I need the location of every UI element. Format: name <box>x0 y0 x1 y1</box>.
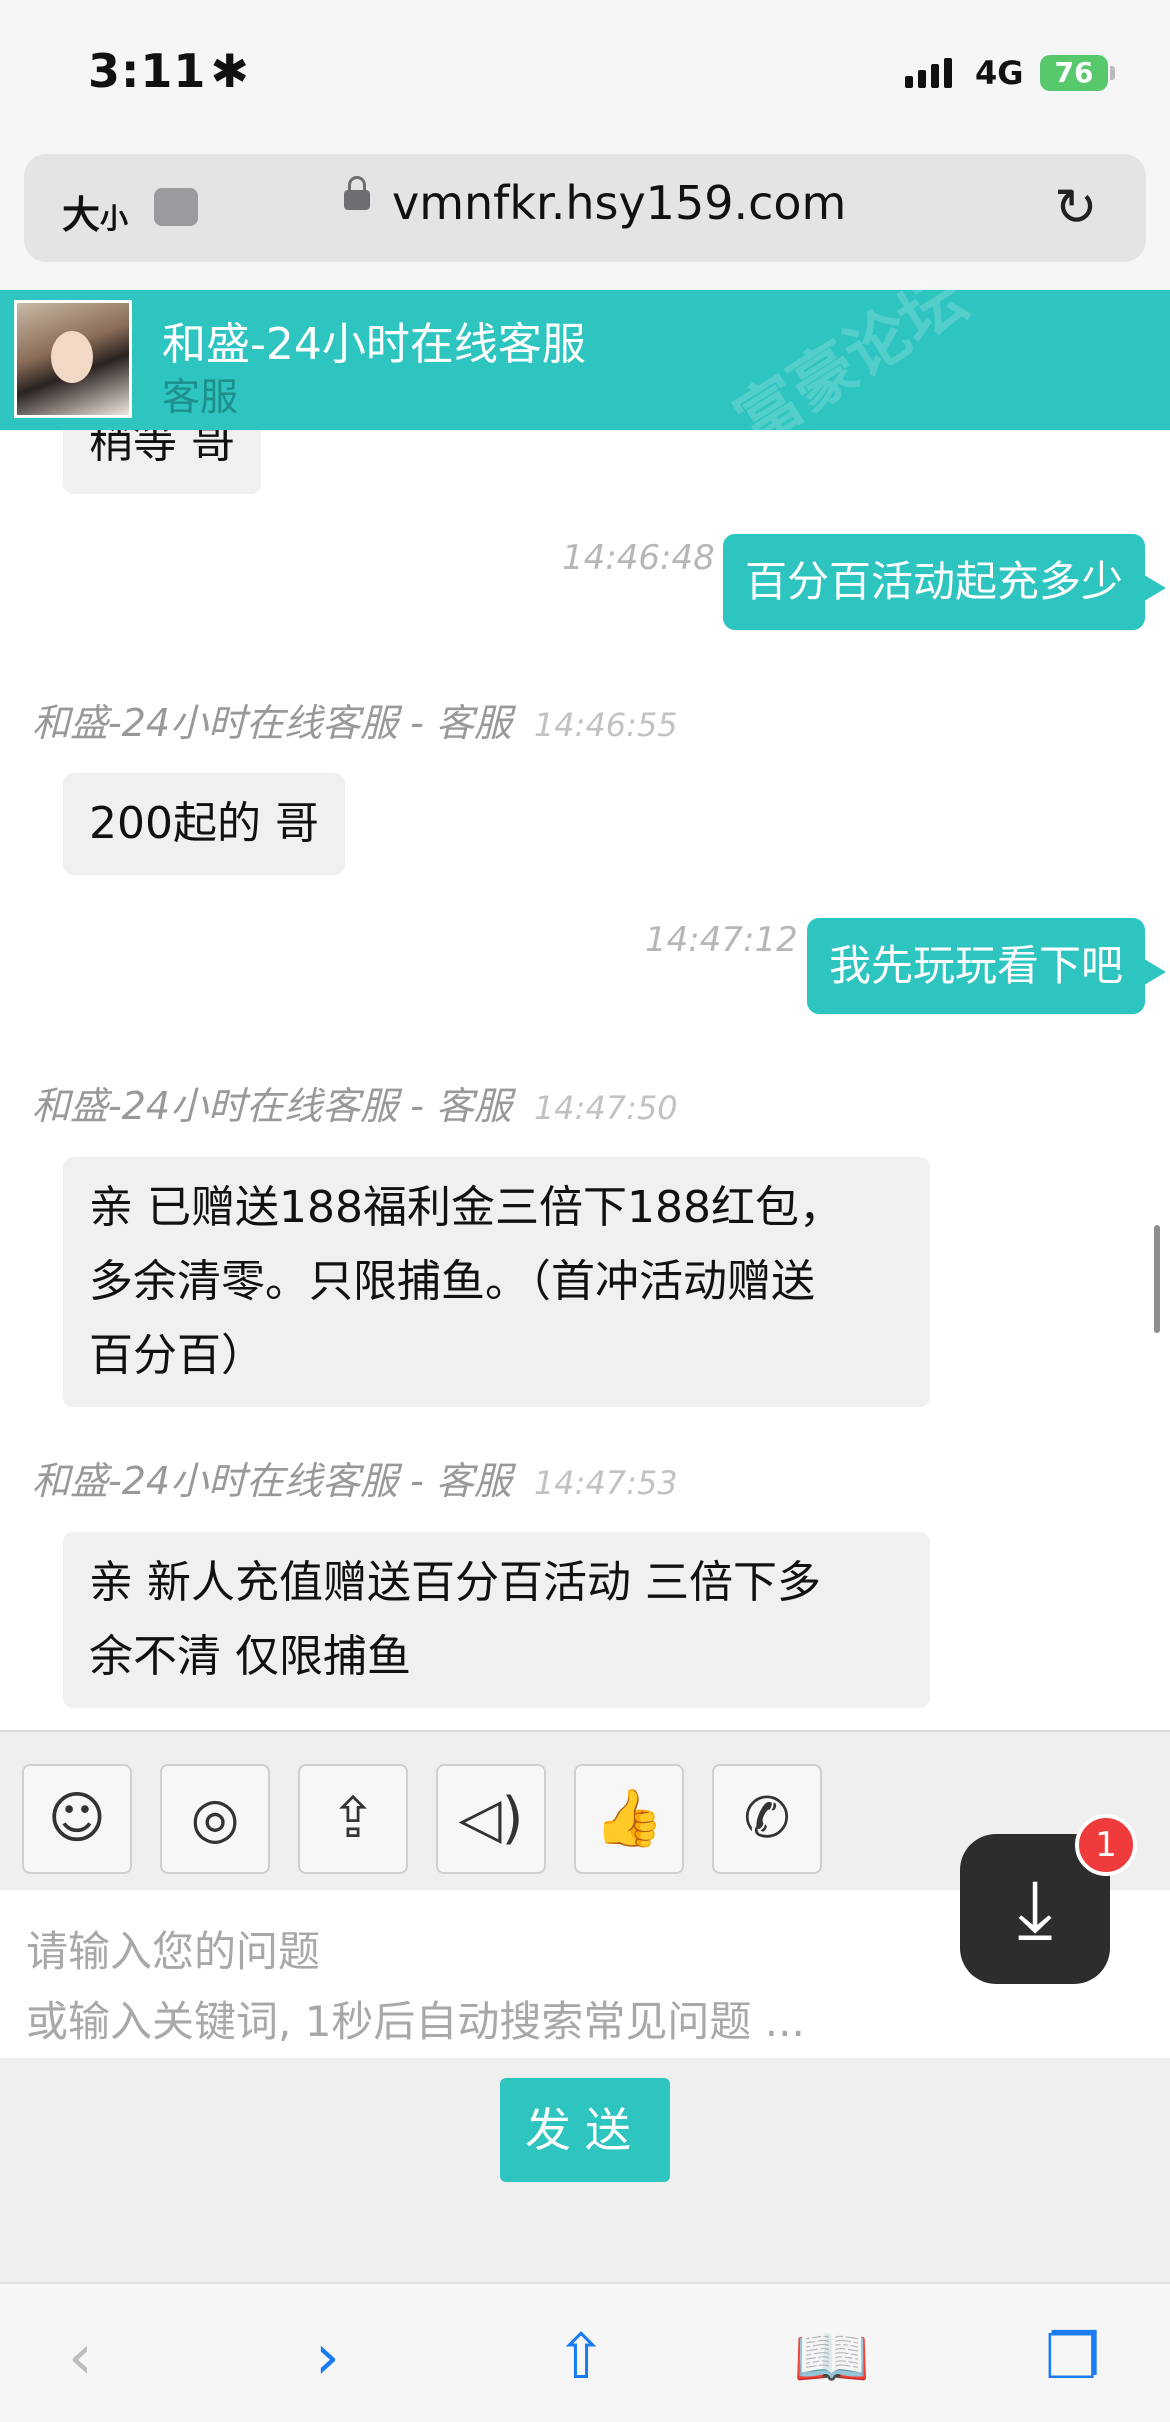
reload-icon[interactable]: ↻ <box>1054 178 1098 238</box>
chat-header: 和盛-24小时在线客服 客服 富豪论坛 <box>0 262 1170 460</box>
extension-icon[interactable] <box>154 188 198 226</box>
browser-bottom-bar: ‹ › ⇧ 📖 ❐ <box>0 2282 1170 2422</box>
share-icon[interactable]: ⇧ <box>555 2320 607 2393</box>
battery-indicator: 76 <box>1040 55 1108 91</box>
battery-tip <box>1110 66 1115 80</box>
message-meta: 和盛-24小时在线客服 - 客服 14:47:53 <box>32 1459 678 1503</box>
signal-icon <box>905 58 957 88</box>
browser-address-area: 大小 vmnfkr.hsy159.com ↻ <box>0 150 1170 290</box>
message-bubble-sent: 百分百活动起充多少 <box>723 534 1146 630</box>
send-area: 发送 <box>0 2058 1170 2282</box>
voice-icon[interactable]: ◁) <box>436 1764 546 1874</box>
message-meta: 和盛-24小时在线客服 - 客服 14:47:50 <box>32 1084 678 1128</box>
scroll-indicator[interactable] <box>1154 1225 1160 1333</box>
message-meta: 和盛-24小时在线客服 - 客服 14:46:55 <box>32 701 678 745</box>
tabs-icon[interactable]: ❐ <box>1045 2320 1101 2393</box>
send-button[interactable]: 发送 <box>500 2078 670 2182</box>
message-bubble-received: 亲 已赠送188福利金三倍下188红包， 多余清零。只限捕鱼。（首冲活动赠送 百… <box>63 1157 930 1407</box>
lock-icon <box>344 176 370 210</box>
network-type: 4G <box>975 54 1024 92</box>
message-time: 14:46:48 <box>562 538 715 578</box>
address-bar[interactable]: 大小 vmnfkr.hsy159.com ↻ <box>24 154 1146 262</box>
message-time: 14:47:12 <box>645 920 798 960</box>
url-text[interactable]: vmnfkr.hsy159.com <box>392 176 846 230</box>
bluetooth-icon: ✱ <box>210 44 250 98</box>
upload-icon[interactable]: ⇪ <box>298 1764 408 1874</box>
message-bubble-received: 亲 新人充值赠送百分百活动 三倍下多 余不清 仅限捕鱼 <box>63 1532 930 1708</box>
input-placeholder-line1: 请输入您的问题 <box>26 1927 321 1976</box>
status-time: 3:11✱ <box>88 44 250 98</box>
camera-icon[interactable]: ◎ <box>160 1764 270 1874</box>
message-bubble-received: 200起的 哥 <box>63 773 345 875</box>
bookmarks-icon[interactable]: 📖 <box>793 2320 870 2394</box>
emoji-icon[interactable]: ☺ <box>22 1764 132 1874</box>
thumbs-up-icon[interactable]: 👍 <box>574 1764 684 1874</box>
message-bubble-partial: 稍等 哥 <box>63 430 261 494</box>
agent-name: 和盛-24小时在线客服 <box>162 319 586 370</box>
agent-avatar <box>14 300 132 418</box>
phone-icon[interactable]: ✆ <box>712 1764 822 1874</box>
message-bubble-sent: 我先玩玩看下吧 <box>807 918 1146 1014</box>
message-list[interactable]: 稍等 哥 14:46:48 百分百活动起充多少 和盛-24小时在线客服 - 客服… <box>0 430 1170 1730</box>
back-icon[interactable]: ‹ <box>68 2320 93 2393</box>
bubble-tail <box>1136 570 1166 606</box>
status-bar: 3:11✱ 4G 76 <box>0 0 1170 150</box>
text-size-button[interactable]: 大小 <box>62 184 128 239</box>
bubble-tail <box>1136 954 1166 990</box>
input-placeholder-line2: 或输入关键词, 1秒后自动搜索常见问题 ... <box>26 1997 805 2046</box>
notification-badge: 1 <box>1075 1814 1137 1876</box>
agent-role: 客服 <box>162 375 239 419</box>
forward-icon[interactable]: › <box>315 2320 340 2393</box>
